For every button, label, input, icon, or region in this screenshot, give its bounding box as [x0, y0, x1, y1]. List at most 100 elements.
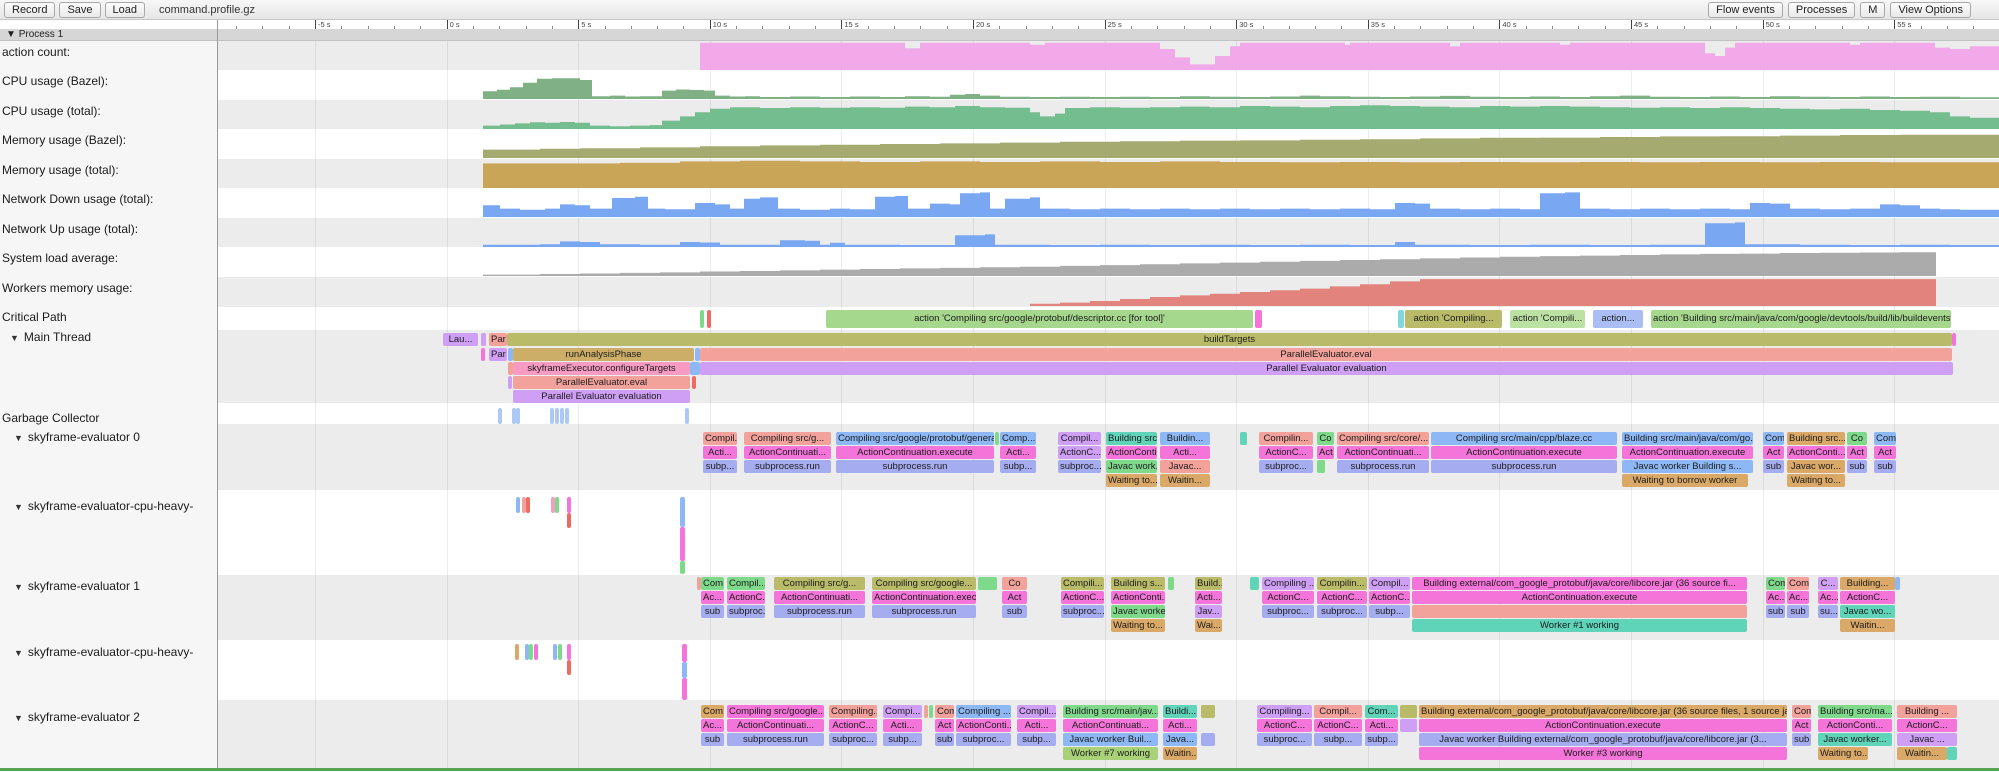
cpu-total-chart[interactable] — [483, 105, 1999, 129]
skyframe-evaluator-2-slice[interactable]: Waiting to... — [1818, 747, 1868, 760]
skyframe-evaluator-2-slice[interactable]: ActionContinuati... — [1063, 719, 1158, 732]
track-label-memory-usage-bazel[interactable]: Memory usage (Bazel): — [2, 134, 126, 147]
skyframe-evaluator-2-slice[interactable]: Java... — [1163, 733, 1197, 746]
skyframe-evaluator-2-slice[interactable] — [924, 705, 928, 718]
skyframe-evaluator-0-slice[interactable]: sub — [1847, 460, 1867, 473]
skyframe-evaluator-2-slice[interactable] — [1400, 719, 1417, 732]
skyframe-evaluator-2-slice[interactable]: Compiling src/google... — [727, 705, 824, 718]
skyframe-evaluator-cpu-heavy-2-slice[interactable] — [567, 660, 571, 675]
skyframe-evaluator-1-slice[interactable]: Acti... — [1195, 591, 1222, 604]
skyframe-evaluator-1-slice[interactable]: Javac worker... — [1111, 605, 1165, 618]
skyframe-evaluator-1-slice[interactable]: ActionC... — [1262, 591, 1314, 604]
garbage-collector-slice[interactable] — [555, 408, 559, 424]
skyframe-evaluator-0-slice[interactable]: Act — [1874, 446, 1896, 459]
skyframe-evaluator-2-slice[interactable]: subprocess.run — [727, 733, 824, 746]
skyframe-evaluator-1-slice[interactable]: ActionC... — [1369, 591, 1410, 604]
track-label-workers-memory-usage[interactable]: Workers memory usage: — [2, 282, 132, 295]
skyframe-evaluator-2-slice[interactable]: Building src/main/jav... — [1063, 705, 1158, 718]
track-label-skyframe-evaluator-2[interactable]: ▼skyframe-evaluator 2 — [14, 711, 140, 725]
skyframe-evaluator-0-slice[interactable]: Acti... — [1160, 446, 1210, 459]
skyframe-evaluator-1-slice[interactable]: Build... — [1195, 577, 1222, 590]
skyframe-evaluator-2-slice[interactable]: subp... — [1314, 733, 1362, 746]
skyframe-evaluator-2-slice[interactable] — [1201, 733, 1215, 746]
skyframe-evaluator-2-slice[interactable] — [1947, 747, 1957, 760]
net-up-chart[interactable] — [483, 222, 1999, 247]
skyframe-evaluator-2-slice[interactable]: Compil... — [1314, 705, 1362, 718]
skyframe-evaluator-0-slice[interactable]: Act — [1763, 446, 1784, 459]
track-label-system-load-average[interactable]: System load average: — [2, 252, 118, 265]
skyframe-evaluator-2-slice[interactable]: Compi... — [883, 705, 922, 718]
skyframe-evaluator-1-slice[interactable]: su... — [1818, 605, 1838, 618]
main-thread-slice[interactable]: ParallelEvaluator.eval — [700, 348, 1952, 361]
skyframe-evaluator-1-slice[interactable] — [1895, 577, 1900, 590]
skyframe-evaluator-0-slice[interactable]: sub — [1874, 460, 1896, 473]
skyframe-evaluator-2-slice[interactable]: Javac worker... — [1818, 733, 1892, 746]
skyframe-evaluator-2-slice[interactable]: Building src/ma... — [1818, 705, 1892, 718]
garbage-collector-slice[interactable] — [516, 408, 520, 424]
skyframe-evaluator-1-slice[interactable]: ActionConti... — [1111, 591, 1165, 604]
skyframe-evaluator-2-slice[interactable]: Acti... — [883, 719, 922, 732]
skyframe-evaluator-2-slice[interactable] — [1400, 705, 1417, 718]
main-thread-slice[interactable]: Parallel Evaluator evaluation — [513, 390, 690, 403]
track-label-skyframe-evaluator-0[interactable]: ▼skyframe-evaluator 0 — [14, 431, 140, 445]
skyframe-evaluator-2-slice[interactable] — [929, 705, 933, 718]
skyframe-evaluator-1-slice[interactable]: Com — [1787, 577, 1809, 590]
skyframe-evaluator-1-slice[interactable]: subproc... — [1262, 605, 1314, 618]
skyframe-evaluator-0-slice[interactable]: ActionC... — [1058, 446, 1101, 459]
skyframe-evaluator-2-slice[interactable]: subp... — [1365, 733, 1398, 746]
skyframe-evaluator-0-slice[interactable] — [1317, 460, 1325, 473]
skyframe-evaluator-2-slice[interactable]: Acti... — [1163, 719, 1197, 732]
skyframe-evaluator-cpu-heavy-2-slice[interactable] — [682, 662, 687, 678]
skyframe-evaluator-0-slice[interactable]: Javac worker Building s... — [1622, 460, 1753, 473]
skyframe-evaluator-1-slice[interactable]: Javac wo... — [1840, 605, 1895, 618]
critical-path-slice[interactable]: action 'Compili... — [1510, 310, 1585, 328]
skyframe-evaluator-2-slice[interactable]: Com — [1792, 705, 1811, 718]
skyframe-evaluator-2-slice[interactable]: Act — [935, 719, 954, 732]
skyframe-evaluator-2-slice[interactable]: Ac... — [701, 719, 724, 732]
skyframe-evaluator-1-slice[interactable]: Ac... — [701, 591, 724, 604]
skyframe-evaluator-cpu-heavy-1-slice[interactable] — [555, 497, 559, 513]
main-thread-slice[interactable]: Par — [489, 333, 507, 346]
skyframe-evaluator-1-slice[interactable]: subprocess.run — [774, 605, 865, 618]
skyframe-evaluator-1-slice[interactable]: Waitin... — [1840, 619, 1895, 632]
skyframe-evaluator-0-slice[interactable]: subproc... — [1259, 460, 1313, 473]
skyframe-evaluator-1-slice[interactable]: subprocess.run — [872, 605, 976, 618]
main-thread-slice[interactable]: Par — [489, 348, 507, 361]
skyframe-evaluator-0-slice[interactable]: Building src... — [1106, 432, 1157, 445]
skyframe-evaluator-2-slice[interactable]: Buildi... — [1163, 705, 1197, 718]
track-label-action-count[interactable]: action count: — [2, 46, 70, 59]
skyframe-evaluator-2-slice[interactable]: sub — [1792, 733, 1811, 746]
skyframe-evaluator-0-slice[interactable]: Compiling src/core/... — [1337, 432, 1429, 445]
skyframe-evaluator-1-slice[interactable]: Compiling src/g... — [774, 577, 865, 590]
skyframe-evaluator-cpu-heavy-1-slice[interactable] — [516, 497, 520, 513]
track-label-skyframe-evaluator-cpu-heavy[interactable]: ▼skyframe-evaluator-cpu-heavy- — [14, 646, 193, 660]
skyframe-evaluator-0-slice[interactable]: Building src/main/java/com/go... — [1622, 432, 1753, 445]
skyframe-evaluator-cpu-heavy-2-slice[interactable] — [567, 644, 571, 660]
skyframe-evaluator-0-slice[interactable]: Waiting to... — [1787, 474, 1845, 487]
skyframe-evaluator-2-slice[interactable]: subproc... — [1257, 733, 1312, 746]
skyframe-evaluator-0-slice[interactable]: ActionConti... — [1106, 446, 1157, 459]
skyframe-evaluator-0-slice[interactable]: Compiling src/main/cpp/blaze.cc — [1431, 432, 1617, 445]
skyframe-evaluator-2-slice[interactable]: ActionConti... — [1818, 719, 1892, 732]
collapse-arrow-icon[interactable]: ▼ — [14, 582, 23, 592]
main-thread-slice[interactable] — [690, 362, 700, 375]
skyframe-evaluator-cpu-heavy-1-slice[interactable] — [567, 497, 571, 513]
skyframe-evaluator-0-slice[interactable]: subp... — [1000, 460, 1036, 473]
critical-path-slice[interactable] — [1398, 310, 1404, 328]
skyframe-evaluator-cpu-heavy-1-slice[interactable] — [680, 527, 685, 561]
skyframe-evaluator-cpu-heavy-1-slice[interactable] — [680, 561, 685, 574]
track-label-critical-path[interactable]: Critical Path — [2, 311, 67, 324]
skyframe-evaluator-0-slice[interactable]: Javac work... — [1106, 460, 1157, 473]
skyframe-evaluator-2-slice[interactable]: Acti... — [1017, 719, 1056, 732]
skyframe-evaluator-1-slice[interactable]: ActionContinuation.execute — [872, 591, 976, 604]
skyframe-evaluator-cpu-heavy-2-slice[interactable] — [553, 644, 557, 660]
skyframe-evaluator-0-slice[interactable]: Compilin... — [1259, 432, 1313, 445]
skyframe-evaluator-1-slice[interactable] — [1412, 605, 1747, 618]
garbage-collector-slice[interactable] — [565, 408, 569, 424]
skyframe-evaluator-2-slice[interactable]: Javac worker Buil... — [1063, 733, 1158, 746]
mem-bazel-chart[interactable] — [483, 135, 1999, 158]
skyframe-evaluator-2-slice[interactable]: ActionContinuati... — [727, 719, 824, 732]
track-label-cpu-usage-total[interactable]: CPU usage (total): — [2, 105, 101, 118]
skyframe-evaluator-2-slice[interactable]: Worker #3 working — [1419, 747, 1787, 760]
skyframe-evaluator-2-slice[interactable]: ActionConti... — [956, 719, 1011, 732]
